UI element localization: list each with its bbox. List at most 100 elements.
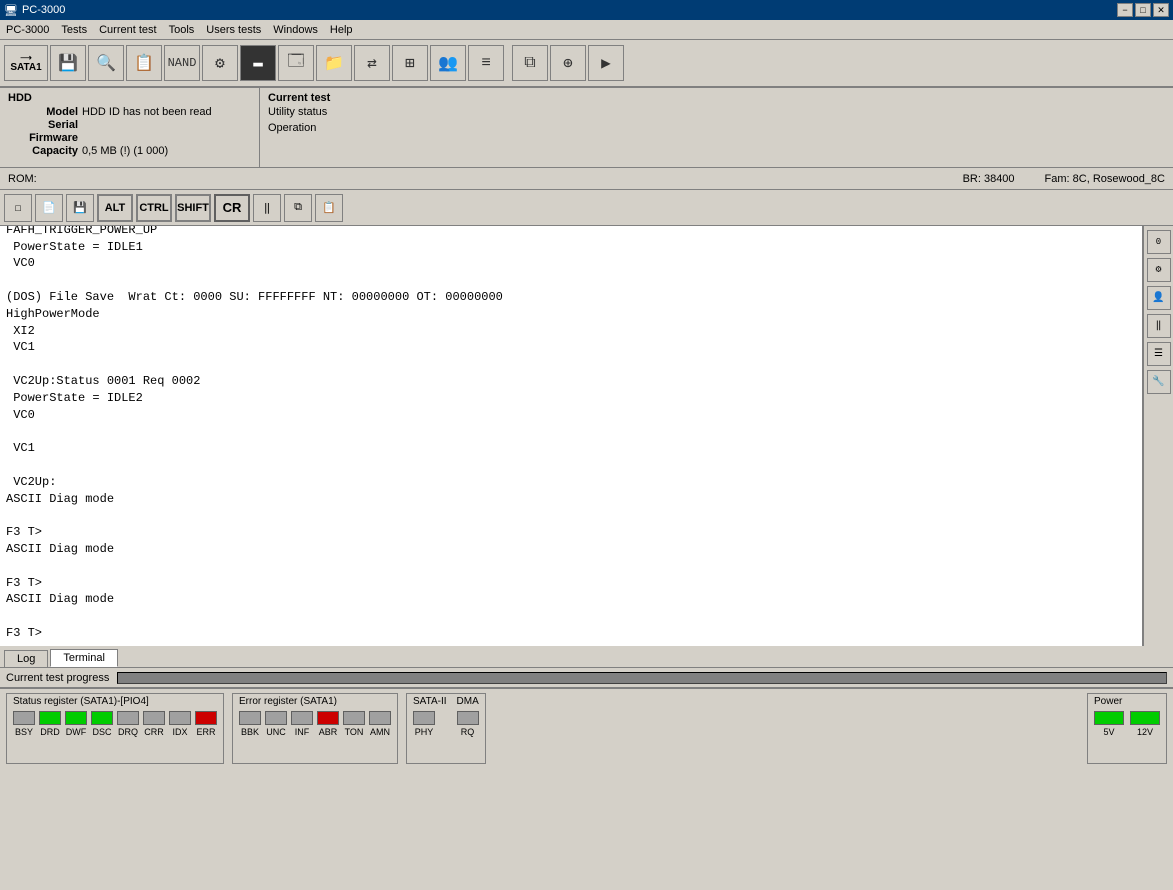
menu-tools[interactable]: Tools <box>163 20 201 39</box>
toolbar-copy-drive[interactable]: 📋 <box>126 45 162 81</box>
label-idx: IDX <box>172 727 187 737</box>
toolbar-copy2[interactable]: ⧉ <box>512 45 548 81</box>
rom-label: ROM: <box>8 173 37 185</box>
terminal-line <box>6 507 1136 524</box>
close-button[interactable]: ✕ <box>1153 3 1169 17</box>
restore-button[interactable]: □ <box>1135 3 1151 17</box>
cmd-copy[interactable]: ⧉ <box>284 194 312 222</box>
error-indicator-unc: UNC <box>265 711 287 737</box>
terminal-line: PowerState = IDLE2 <box>6 390 1136 407</box>
menu-tests[interactable]: Tests <box>55 20 93 39</box>
label-abr: ABR <box>319 727 338 737</box>
power-group: Power 5V12V <box>1087 693 1167 764</box>
cmd-paste[interactable]: 📋 <box>315 194 343 222</box>
toolbar-transfer[interactable]: ⇄ <box>354 45 390 81</box>
toolbar-people[interactable]: 👥 <box>430 45 466 81</box>
title-bar-controls: − □ ✕ <box>1117 3 1169 17</box>
toolbar-settings2[interactable]: NAND <box>164 45 200 81</box>
power-indicators: 5V12V <box>1094 711 1160 737</box>
menu-pc3000[interactable]: PC-3000 <box>0 20 55 39</box>
model-value: HDD ID has not been read <box>82 106 212 118</box>
operation-label: Operation <box>268 122 316 134</box>
toolbar-scan[interactable]: ⊕ <box>550 45 586 81</box>
terminal-line <box>6 558 1136 575</box>
toolbar-window[interactable]: 🗔 <box>278 45 314 81</box>
cmd-pause[interactable]: ‖ <box>253 194 281 222</box>
terminal-line <box>6 423 1136 440</box>
toolbar-folder[interactable]: 📁 <box>316 45 352 81</box>
progress-label: Current test progress <box>6 672 109 684</box>
model-label: Model <box>8 106 78 118</box>
menu-windows[interactable]: Windows <box>267 20 324 39</box>
label-amn: AMN <box>370 727 390 737</box>
error-register-group: Error register (SATA1) BBKUNCINFABRTONAM… <box>232 693 398 764</box>
toolbar-list[interactable]: ≡ <box>468 45 504 81</box>
status-indicator-drq: DRQ <box>117 711 139 737</box>
terminal-line: F3 T> <box>6 524 1136 541</box>
error-register-title: Error register (SATA1) <box>239 696 391 707</box>
tab-terminal[interactable]: Terminal <box>50 649 118 667</box>
terminal-line: F3 T> <box>6 575 1136 592</box>
label-unc: UNC <box>266 727 286 737</box>
terminal-line <box>6 457 1136 474</box>
cmd-cr[interactable]: CR <box>214 194 250 222</box>
menu-current-test[interactable]: Current test <box>93 20 162 39</box>
menu-users-tests[interactable]: Users tests <box>200 20 267 39</box>
progress-track <box>117 672 1167 684</box>
label-inf: INF <box>295 727 310 737</box>
current-test-panel: Current test Utility status Operation <box>260 88 1173 167</box>
status-indicator-dwf: DWF <box>65 711 87 737</box>
rp-list[interactable]: ☰ <box>1147 342 1171 366</box>
minimize-button[interactable]: − <box>1117 3 1133 17</box>
power-title: Power <box>1094 696 1160 707</box>
light-bbk <box>239 711 261 725</box>
terminal-line: HighPowerMode <box>6 306 1136 323</box>
hdd-details: HDD Model HDD ID has not been read Seria… <box>0 88 260 167</box>
sata-selector[interactable]: ⟶ SATA1 <box>4 45 48 81</box>
terminal-line: VC1 <box>6 440 1136 457</box>
cmd-shift[interactable]: SHIFT <box>175 194 211 222</box>
light-dsc <box>91 711 113 725</box>
current-test-title: Current test <box>268 92 1165 104</box>
rp-user[interactable]: 👤 <box>1147 286 1171 310</box>
toolbar-search[interactable]: 🔍 <box>88 45 124 81</box>
rp-counter[interactable]: 0 <box>1147 230 1171 254</box>
cmd-save-script[interactable]: 💾 <box>66 194 94 222</box>
cmd-open[interactable]: 📄 <box>35 194 63 222</box>
dma-title: DMA <box>457 696 479 707</box>
title-bar: 🖥 PC-3000 − □ ✕ <box>0 0 1173 20</box>
toolbar-grid[interactable]: ⊞ <box>392 45 428 81</box>
toolbar-save[interactable]: 💾 <box>50 45 86 81</box>
hdd-info: HDD Model HDD ID has not been read Seria… <box>0 88 1173 168</box>
rp-pause[interactable]: ‖ <box>1147 314 1171 338</box>
light-crr <box>143 711 165 725</box>
toolbar-black[interactable]: ▬ <box>240 45 276 81</box>
cmd-new[interactable]: ☐ <box>4 194 32 222</box>
label-power-12v: 12V <box>1137 727 1153 737</box>
dma-indicators: RQ <box>457 711 479 737</box>
error-register-indicators: BBKUNCINFABRTONAMN <box>239 711 391 737</box>
light-drq <box>117 711 139 725</box>
capacity-label: Capacity <box>8 145 78 157</box>
terminal-line: VC2Up: <box>6 474 1136 491</box>
menu-bar: PC-3000 Tests Current test Tools Users t… <box>0 20 1173 40</box>
capacity-value: 0,5 MB (!) (1 000) <box>82 145 168 157</box>
light-idx <box>169 711 191 725</box>
rp-gear[interactable]: ⚙ <box>1147 258 1171 282</box>
menu-help[interactable]: Help <box>324 20 359 39</box>
toolbar-arrow[interactable]: ▶ <box>588 45 624 81</box>
label-drd: DRD <box>40 727 60 737</box>
sata-label: SATA1 <box>10 62 41 73</box>
cmd-alt[interactable]: ALT <box>97 194 133 222</box>
toolbar-gear[interactable]: ⚙ <box>202 45 238 81</box>
terminal-line: ASCII Diag mode <box>6 491 1136 508</box>
status-register-group: Status register (SATA1)-[PIO4] BSYDRDDWF… <box>6 693 224 764</box>
status-register-title: Status register (SATA1)-[PIO4] <box>13 696 217 707</box>
terminal-line: F3 T> <box>6 625 1136 642</box>
cmd-ctrl[interactable]: CTRL <box>136 194 172 222</box>
tab-log[interactable]: Log <box>4 650 48 667</box>
terminal-output[interactable]: CSpd= 3GbpsDSCResetAbortDstResetAbortDST… <box>0 226 1143 646</box>
rp-wrench[interactable]: 🔧 <box>1147 370 1171 394</box>
fam-value: Fam: 8C, Rosewood_8C <box>1045 173 1165 185</box>
terminal-line: ASCII Diag mode <box>6 541 1136 558</box>
